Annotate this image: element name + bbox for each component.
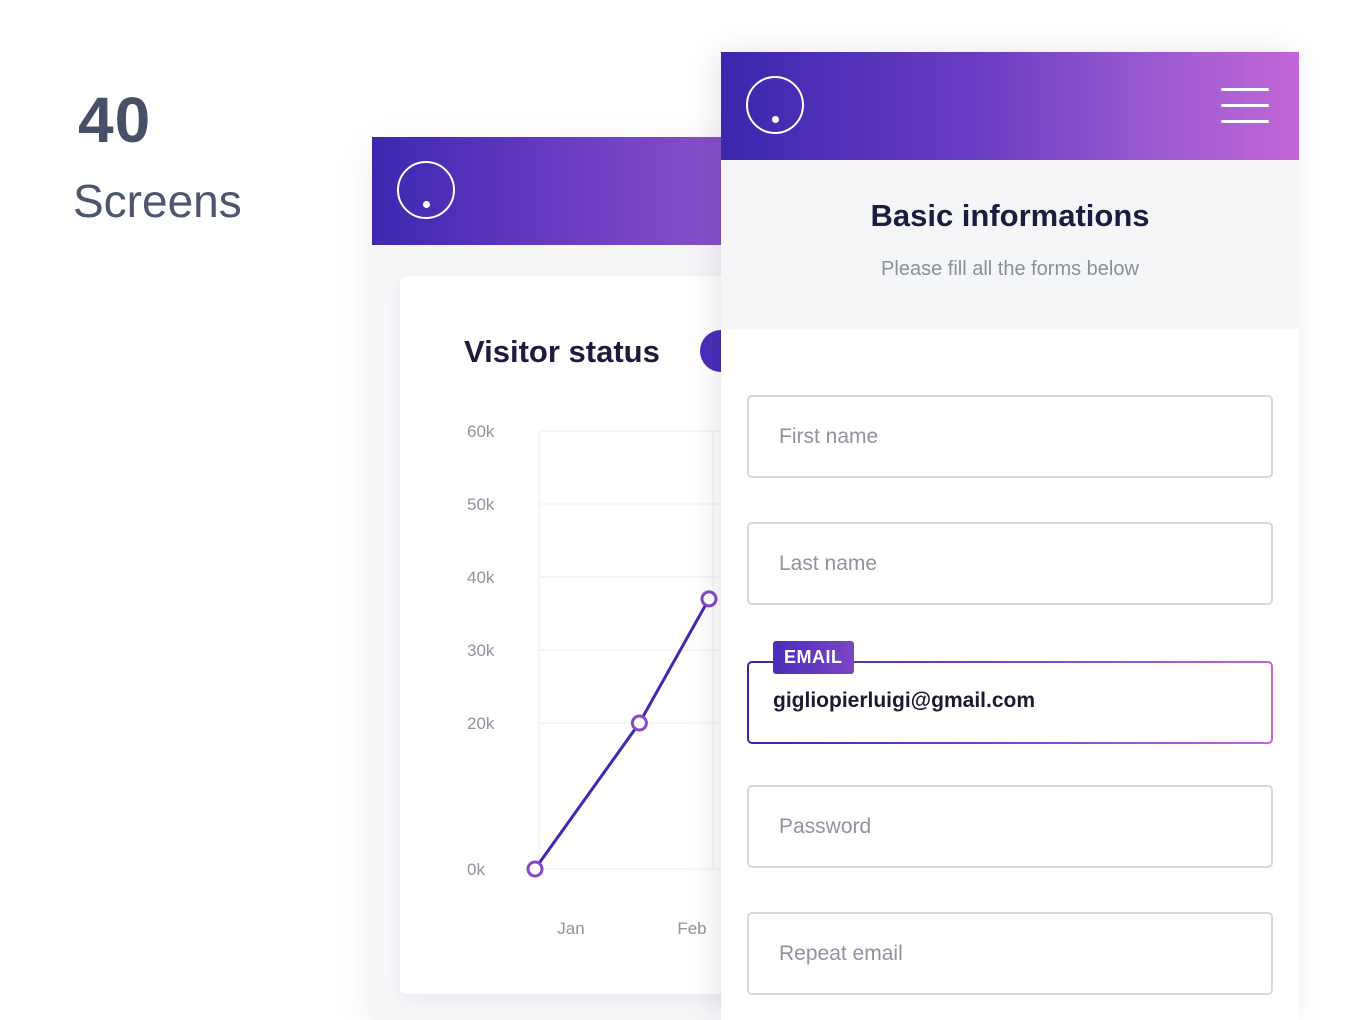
intro-section: Basic informations Please fill all the f… [721, 160, 1299, 329]
y-tick-label: 20k [467, 714, 495, 733]
first-name-placeholder: First name [779, 425, 879, 448]
hamburger-menu-icon[interactable] [1221, 88, 1271, 123]
data-point [630, 714, 648, 732]
repeat-email-placeholder: Repeat email [779, 942, 903, 965]
logo-icon[interactable] [397, 161, 455, 219]
logo-icon[interactable] [746, 76, 804, 134]
email-field[interactable]: EMAIL gigliopierluigi@gmail.com [747, 641, 1273, 744]
visitor-status-screen: Visitor status 0k 20k 30k 40k 50k 60k Jan Feb [372, 137, 732, 1020]
y-tick-label: 0k [467, 860, 485, 879]
repeat-email-field[interactable]: Repeat email [747, 912, 1273, 995]
visitor-status-card: Visitor status 0k 20k 30k 40k 50k 60k Jan Feb [400, 276, 732, 994]
app-header [372, 137, 732, 245]
y-tick-label: 40k [467, 568, 495, 587]
password-placeholder: Password [779, 815, 872, 838]
basic-info-screen: Basic informations Please fill all the f… [721, 52, 1299, 1020]
x-tick-label: Feb [677, 919, 706, 938]
password-field[interactable]: Password [747, 785, 1273, 868]
app-header [721, 52, 1299, 160]
email-value: gigliopierluigi@gmail.com [773, 689, 1035, 712]
page-subtitle: Please fill all the forms below [881, 258, 1139, 280]
y-tick-label: 30k [467, 641, 495, 660]
promo-label: Screens [73, 175, 242, 227]
first-name-field[interactable]: First name [747, 395, 1273, 478]
email-field-label: EMAIL [773, 641, 854, 674]
visitor-line-chart: 0k 20k 30k 40k 50k 60k Jan Feb [467, 422, 732, 938]
y-tick-label: 50k [467, 495, 495, 514]
series-line [533, 598, 711, 870]
page-title: Basic informations [870, 198, 1150, 233]
y-tick-label: 60k [467, 422, 495, 441]
last-name-placeholder: Last name [779, 552, 878, 575]
data-point [700, 590, 718, 608]
data-point [526, 860, 544, 878]
promo-count: 40 [78, 84, 152, 156]
last-name-field[interactable]: Last name [747, 522, 1273, 605]
x-tick-label: Jan [557, 919, 584, 938]
